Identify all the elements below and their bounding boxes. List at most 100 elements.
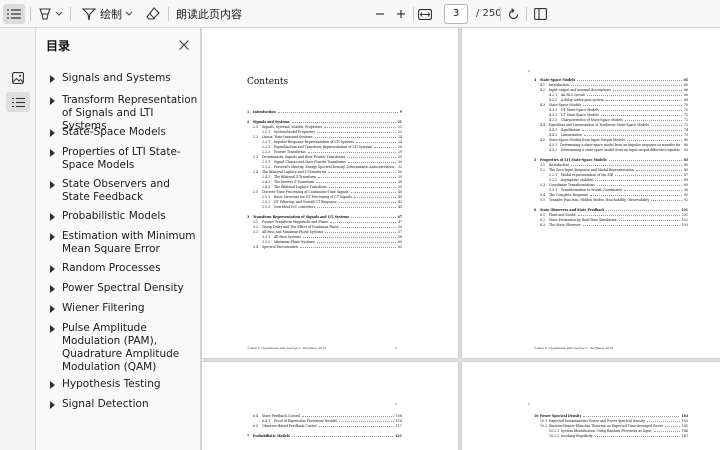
toc-entry[interactable]: 2.3.2 Parseval's Identity, Energy Spectra…	[262, 165, 402, 169]
toc-entry[interactable]: 3 Transform Representation of Signals and…	[247, 215, 402, 219]
image-icon	[12, 72, 24, 84]
close-toc-button[interactable]	[178, 36, 192, 50]
toc-entry[interactable]: 6 State Observers and State Feedback 101	[534, 208, 688, 212]
toc-entry[interactable]: 2.4.2 The Inverse Z-Transform 38	[262, 180, 402, 184]
toc-entry-page: 38	[397, 180, 402, 184]
toc-entry[interactable]: 2.3.1 Signal Classes and their Fourier Tr…	[262, 160, 402, 164]
page-number-input[interactable]: 3	[444, 4, 468, 24]
toc-entry[interactable]: 4.5 State-Space Models from Input-Output …	[540, 138, 688, 142]
fit-width-button[interactable]	[416, 4, 434, 24]
toc-entry[interactable]: 4.2.1 An RLC circuit 66	[549, 93, 688, 97]
draw-button[interactable]	[80, 4, 98, 24]
toc-entry[interactable]: 1 Introduction 9	[247, 110, 402, 114]
toc-entry[interactable]: 6.5 Observer-Based Feedback Control 117	[253, 424, 402, 428]
expand-arrow-icon[interactable]	[50, 129, 55, 137]
toc-entry[interactable]: 5.2 The Zero-Input Response and Modal Rep…	[540, 168, 688, 172]
toc-entry[interactable]: 10.2.1 System Identification Using Random…	[549, 429, 688, 433]
toc-entry-page: 87	[683, 173, 688, 177]
toc-toggle-button[interactable]	[3, 4, 25, 24]
toc-entry[interactable]: 10.2 Einstein-Wiener-Khinchin Theorem on …	[540, 424, 688, 428]
expand-arrow-icon[interactable]	[50, 305, 55, 313]
toc-entry[interactable]: 4.4.1 Equilibrium 74	[549, 128, 688, 132]
toc-entry[interactable]: 4 State-Space Models 65	[534, 78, 688, 82]
toc-entry[interactable]: 4.4.2 Linearization 75	[549, 133, 688, 137]
leader-dots	[324, 125, 396, 128]
toc-entry[interactable]: 2.1 Signals, Systems, Models, Properties 2…	[253, 125, 402, 129]
toc-entry[interactable]: 4.4 Equilibria and Linearization of Nonli…	[540, 123, 688, 127]
toc-entry[interactable]: 10 Power Spectral Density 183	[534, 414, 688, 418]
toc-entry[interactable]: 4.3 State-Space Models 70	[540, 103, 688, 107]
toc-entry[interactable]: 3.3 All-Pass and Minimum-Phase Systems 57	[253, 230, 402, 234]
expand-arrow-icon[interactable]	[50, 381, 55, 389]
expand-arrow-icon[interactable]	[50, 265, 55, 273]
toc-entry[interactable]: 2.2.3 Fourier Transforms 29	[262, 150, 402, 154]
toc-entry[interactable]: 2.1.1 System/Model Properties 22	[262, 130, 402, 134]
page-view-button[interactable]	[531, 4, 549, 24]
toc-entry[interactable]: 5.3.1 Transformation to Modal Coordinates…	[549, 188, 688, 192]
draw-dropdown[interactable]	[124, 4, 134, 24]
toc-entry[interactable]: 7 Probabilistic Models 121	[247, 434, 402, 438]
toc-entry[interactable]: 4.5.2 Determining a state-space model fro…	[549, 148, 688, 152]
thumbnails-button[interactable]	[6, 68, 30, 88]
expand-arrow-icon[interactable]	[50, 285, 55, 293]
toc-entry[interactable]: 5.1 Introduction 85	[540, 163, 688, 167]
toc-entry[interactable]: 2.2 Linear, Time-Invariant Systems 24	[253, 135, 402, 139]
expand-arrow-icon[interactable]	[50, 75, 55, 83]
toc-entry[interactable]: 3.3.1 All-Pass Systems 58	[262, 235, 402, 239]
toc-entry[interactable]: 5.3 Coordinate Transformations 89	[540, 183, 688, 187]
toc-entry[interactable]: 2.4.1 The Bilateral Z-Transform 35	[262, 175, 402, 179]
toc-entry[interactable]: 2.5 Discrete-Time Processing of Continuou…	[253, 190, 402, 194]
toc-entry[interactable]: 6.3 The State Observer 103	[540, 223, 688, 227]
toc-entry[interactable]: 2.5.3 Non-Ideal D/C converters 45	[262, 205, 402, 209]
toc-entry[interactable]: 6.4.1 Proof of Eigenvalue Placement Resul…	[262, 419, 402, 423]
expand-arrow-icon[interactable]	[50, 325, 55, 333]
toc-entry[interactable]: 2.5.1 Basic Structure for DT Processing o…	[262, 195, 402, 199]
toc-entry[interactable]: 6.2 State Estimation by Real-Time Simulat…	[540, 218, 688, 222]
toc-entry[interactable]: 2.2.2 Eigenfunction and Transform Represe…	[262, 145, 402, 149]
toc-entry[interactable]: 3.1 Fourier Transform Magnitude and Phase…	[253, 220, 402, 224]
toc-entry[interactable]: 4.2 Input-output and internal description…	[540, 88, 688, 92]
rotate-button[interactable]	[504, 4, 522, 24]
toc-entry[interactable]: 2.4 The Bilateral Laplace and Z-Transform…	[253, 170, 402, 174]
toc-entry[interactable]: 10.2.2 Invoking Ergodicity 187	[549, 434, 688, 438]
expand-arrow-icon[interactable]	[50, 97, 55, 105]
expand-arrow-icon[interactable]	[50, 233, 55, 241]
expand-arrow-icon[interactable]	[50, 149, 55, 157]
toc-entry[interactable]: 3.4 Spectral Factorization 63	[253, 245, 402, 249]
toc-entry[interactable]: 4.3.1 DT State-Space Models 70	[549, 108, 688, 112]
expand-arrow-icon[interactable]	[50, 213, 55, 221]
toc-entry[interactable]: 5.2.2 Asymptotic stability 89	[549, 178, 688, 182]
toc-entry[interactable]: 5.5 Transfer Function, Hidden Modes, Reac…	[540, 198, 688, 202]
toc-entry[interactable]: 6.4 State Feedback Control 108	[253, 414, 402, 418]
toc-entry[interactable]: 2.2.1 Impulse-Response Representation of …	[262, 140, 402, 144]
toc-entry[interactable]: 4.2.2 A delay-adder-gain system 68	[549, 98, 688, 102]
expand-arrow-icon[interactable]	[50, 401, 55, 409]
toc-entry[interactable]: 6.1 Plant and Model 101	[540, 213, 688, 217]
expand-arrow-icon[interactable]	[50, 181, 55, 189]
toc-entry-number: 3.3.2	[262, 240, 271, 244]
toc-entry[interactable]: 3.3.2 Minimum-Phase Systems 60	[262, 240, 402, 244]
zoom-out-button[interactable]	[372, 4, 388, 24]
toc-entry[interactable]: 3.2 Group Delay and The Effect of Nonline…	[253, 225, 402, 229]
document-viewer[interactable]: Contents ©Alan V. Oppenheim and George C…	[201, 28, 720, 450]
leader-dots	[314, 135, 396, 138]
highlight-button[interactable]	[36, 4, 54, 24]
toc-entry[interactable]: 4.3.2 CT State-Space Models 71	[549, 113, 688, 117]
toc-entry[interactable]: 2.4.3 The Bilateral Laplace Transform 39	[262, 185, 402, 189]
toc-entry[interactable]: 2 Signals and Systems 21	[247, 120, 402, 124]
erase-button[interactable]	[144, 4, 162, 24]
toc-entry[interactable]: 4.1 Introduction 65	[540, 83, 688, 87]
draw-label[interactable]: 绘制	[100, 4, 122, 24]
toc-entry[interactable]: 4.5.1 Determining a state-space model fro…	[549, 143, 688, 147]
outline-button[interactable]	[6, 92, 30, 112]
highlight-dropdown[interactable]	[54, 4, 64, 24]
toc-entry[interactable]: 2.5.2 DT Filtering, and Overall CT Respon…	[262, 200, 402, 204]
toc-entry[interactable]: 5 Properties of LTI State-Space Models 85	[534, 158, 688, 162]
toc-entry[interactable]: 2.3 Deterministic Signals and their Fouri…	[253, 155, 402, 159]
toc-entry[interactable]: 10.1 Expected Instantaneous Power and Pow…	[540, 419, 688, 423]
toc-entry[interactable]: 5.4 The Complete Response 91	[540, 193, 688, 197]
toc-entry[interactable]: 5.2.1 Modal representation of the ZIR 87	[549, 173, 688, 177]
read-aloud-button[interactable]: 朗读此页内容	[176, 4, 262, 24]
toc-entry[interactable]: 4.3.3 Characteristics of State-Space Mode…	[549, 118, 688, 122]
zoom-in-button[interactable]	[393, 4, 409, 24]
